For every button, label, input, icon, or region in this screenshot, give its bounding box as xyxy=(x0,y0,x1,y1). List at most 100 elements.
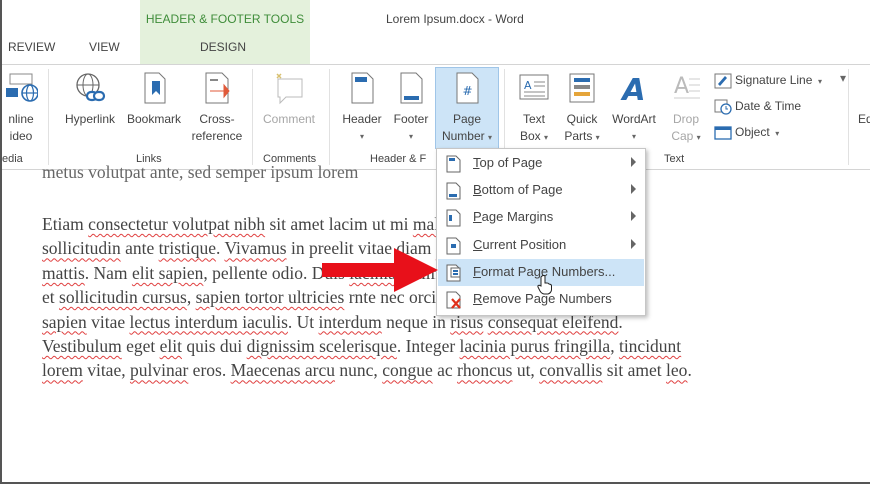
footer-button[interactable]: Footer ▾ xyxy=(388,71,434,145)
menu-item-label-text: urrent Position xyxy=(482,236,567,252)
comment-button[interactable]: Comment xyxy=(257,71,321,128)
document-text: eros. xyxy=(188,360,231,381)
wordart-button[interactable]: A WordArt ▾ xyxy=(606,71,662,145)
object-button[interactable]: Object ▾ xyxy=(714,125,779,141)
misspelled-word: tincidunt xyxy=(618,336,682,357)
text-box-button[interactable]: A Text Box ▾ xyxy=(510,71,558,146)
misspelled-word: Maecenas arcu xyxy=(230,360,336,381)
cross-reference-button[interactable]: Cross- reference xyxy=(186,71,248,145)
misspelled-word: Vestibulum xyxy=(42,336,122,357)
top-of-page-icon xyxy=(446,155,461,173)
menu-item-page-margins[interactable]: Page Margins xyxy=(438,204,644,231)
document-text: ut, xyxy=(512,360,540,381)
title-bar: Lorem Ipsum.docx - Word xyxy=(2,0,870,34)
hyperlink-label: Hyperlink xyxy=(64,112,115,126)
signature-line-button[interactable]: Signature Line ▾ xyxy=(714,73,822,89)
misspelled-word: pulvinar xyxy=(129,360,189,381)
page-number-button-content[interactable]: # Page Number ▾ xyxy=(435,71,499,146)
document-text: et xyxy=(42,287,60,308)
text-box-label-2: Box ▾ xyxy=(510,128,558,146)
submenu-arrow-icon xyxy=(631,184,636,195)
header-label: Header xyxy=(342,112,382,126)
cross-reference-label-1: Cross- xyxy=(199,112,235,126)
online-video-button[interactable]: nline ideo xyxy=(2,71,44,145)
date-time-label: Date & Time xyxy=(735,99,802,114)
document-line: lorem vitae, pulvinar eros. Maecenas arc… xyxy=(42,358,870,382)
red-arrow-annotation xyxy=(322,248,438,292)
document-text: Etiam xyxy=(42,214,89,234)
page-margins-icon xyxy=(446,209,461,227)
misspelled-word: dignissim scelerisque xyxy=(246,336,397,357)
svg-text:A: A xyxy=(620,73,645,105)
document-text: , xyxy=(186,287,196,308)
misspelled-word: elit sapien xyxy=(131,262,204,283)
text-box-icon: A xyxy=(519,74,549,100)
document-text: , pellente xyxy=(203,262,268,283)
equation-button-partial[interactable]: Eq xyxy=(858,112,870,126)
document-text: sit amet xyxy=(602,360,667,381)
context-group-title: HEADER & FOOTER TOOLS xyxy=(145,12,305,26)
svg-text:A: A xyxy=(674,74,689,99)
header-dropdown-icon: ▾ xyxy=(359,132,364,141)
misspelled-word: lorem xyxy=(42,360,83,381)
bookmark-icon xyxy=(144,72,166,104)
misspelled-word: interdum xyxy=(318,311,382,332)
submenu-arrow-icon xyxy=(631,238,636,249)
tab-review[interactable]: REVIEW xyxy=(8,40,55,54)
tab-view[interactable]: VIEW xyxy=(89,40,120,54)
document-text: nunc, xyxy=(335,360,383,381)
menu-item-accelerator: C xyxy=(473,236,483,252)
drop-cap-dropdown-icon: ▾ xyxy=(696,133,701,142)
quick-parts-button[interactable]: Quick Parts ▾ xyxy=(558,71,606,146)
drop-cap-button[interactable]: A Drop Cap ▾ xyxy=(662,71,710,146)
date-time-button[interactable]: Date & Time xyxy=(714,99,801,115)
menu-item-label: Current Position xyxy=(473,237,566,252)
menu-item-label: Top of Page xyxy=(473,155,542,170)
quick-parts-label-2: Parts ▾ xyxy=(558,128,606,146)
document-text: vitae xyxy=(86,311,130,332)
comment-label: Comment xyxy=(262,112,315,126)
header-icon xyxy=(351,72,374,104)
misspelled-word: sollicitudin cursus xyxy=(59,287,187,308)
format-page-numbers-icon xyxy=(446,264,461,282)
document-text: , xyxy=(610,336,619,357)
cross-reference-icon xyxy=(205,72,230,104)
footer-label: Footer xyxy=(393,112,429,126)
word-window: Lorem Ipsum.docx - Word HEADER & FOOTER … xyxy=(0,0,870,484)
svg-text:#: # xyxy=(462,84,472,98)
quick-parts-icon xyxy=(569,73,595,103)
header-button[interactable]: Header ▾ xyxy=(336,71,388,145)
tab-design[interactable]: DESIGN xyxy=(200,40,246,54)
wordart-dropdown-icon: ▾ xyxy=(631,132,636,141)
drop-cap-label-text: Cap xyxy=(671,129,694,143)
text-box-label-text: Box xyxy=(519,129,541,143)
document-text: quis dui xyxy=(182,336,247,357)
document-text: eget xyxy=(121,336,160,357)
document-text: ante xyxy=(120,238,159,259)
page-number-label-2: Number ▾ xyxy=(435,128,499,146)
bottom-of-page-icon xyxy=(446,182,461,200)
document-text: vitae, xyxy=(82,360,130,381)
online-video-icon xyxy=(6,73,38,102)
text-box-label-1: Text xyxy=(522,112,545,126)
misspelled-word: convallis xyxy=(539,360,603,381)
hyperlink-button[interactable]: Hyperlink xyxy=(54,71,126,128)
drop-cap-icon: A xyxy=(674,74,700,99)
misspelled-word: sapien xyxy=(42,311,87,332)
misspelled-word: lacinia purus fringilla xyxy=(459,336,611,357)
document-text: ac xyxy=(432,360,458,381)
document-text: m ut mi xyxy=(354,214,413,234)
document-partial-line: metus volutpat ante, sed semper ipsum lo… xyxy=(42,162,359,182)
misspelled-word: consectetur volutpat nibh xyxy=(88,214,266,234)
bookmark-button[interactable]: Bookmark xyxy=(121,71,187,128)
menu-item-label-text: op of Page xyxy=(479,155,543,170)
ribbon-dropdown-caret-icon[interactable]: ▾ xyxy=(840,71,846,85)
menu-item-bottom-of-page[interactable]: Bottom of Page xyxy=(438,177,644,204)
misspelled-word: tristique xyxy=(158,238,217,259)
menu-item-current-position[interactable]: Current Position xyxy=(438,232,644,259)
menu-item-top-of-page[interactable]: Top of Page xyxy=(438,150,644,177)
online-video-label-1: nline xyxy=(8,112,34,126)
footer-icon xyxy=(400,72,423,104)
misspelled-word: lectus interdum iaculis xyxy=(129,311,288,332)
document-text: . Nam xyxy=(84,262,132,283)
